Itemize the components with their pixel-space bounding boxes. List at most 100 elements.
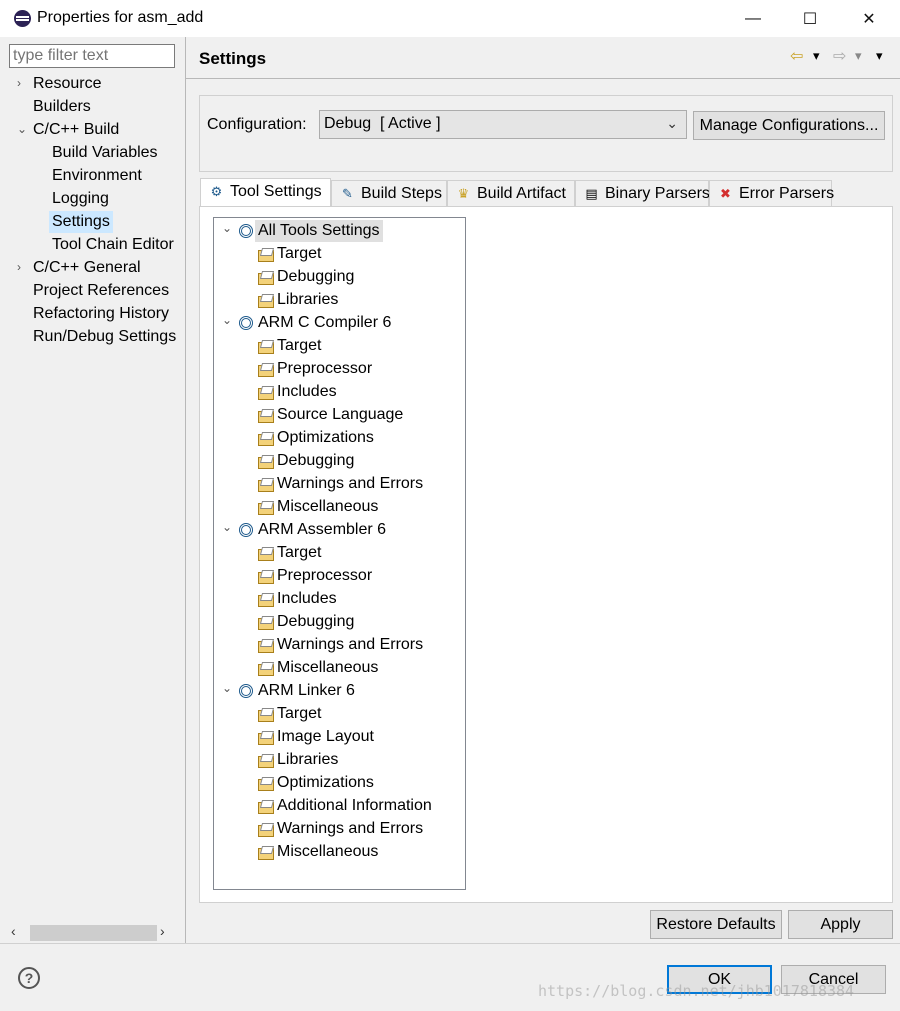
tool-option-node[interactable]: Debugging: [277, 266, 354, 288]
tool-option-node[interactable]: Target: [277, 542, 321, 564]
tab-tool-settings[interactable]: ⚙ Tool Settings: [200, 178, 331, 207]
collapse-arrow-icon[interactable]: ⌄: [222, 221, 232, 235]
option-folder-icon: [258, 639, 274, 653]
tab-label: Error Parsers: [739, 185, 835, 202]
tool-option-node[interactable]: Optimizations: [277, 772, 374, 794]
page-title: Settings: [199, 49, 267, 68]
manage-configurations-button[interactable]: Manage Configurations...: [693, 111, 885, 140]
tool-option-node[interactable]: Miscellaneous: [277, 657, 378, 679]
eclipse-app-icon: [14, 10, 31, 27]
option-folder-icon: [258, 501, 274, 515]
maximize-button[interactable]: ☐: [781, 0, 839, 37]
collapse-arrow-icon[interactable]: ⌄: [222, 313, 232, 327]
tab-label: Binary Parsers: [605, 185, 710, 202]
option-folder-icon: [258, 248, 274, 262]
option-folder-icon: [258, 363, 274, 377]
tool-option-node[interactable]: Warnings and Errors: [277, 473, 423, 495]
tool-settings-tree: ⌄ All Tools Settings Target Debugging Librar…: [213, 217, 466, 890]
sidebar-item[interactable]: Build Variables: [52, 142, 158, 164]
tool-option-node[interactable]: Source Language: [277, 404, 403, 426]
minimize-button[interactable]: —: [724, 0, 782, 37]
build-artifact-icon: ♛: [457, 186, 470, 201]
build-steps-icon: ✎: [342, 186, 353, 201]
tool-option-node[interactable]: Preprocessor: [277, 358, 372, 380]
option-folder-icon: [258, 294, 274, 308]
option-folder-icon: [258, 823, 274, 837]
option-folder-icon: [258, 777, 274, 791]
window-title: Properties for asm_add: [37, 9, 204, 26]
tool-option-node[interactable]: Includes: [277, 588, 337, 610]
sidebar-item[interactable]: Settings: [49, 211, 113, 233]
binary-parsers-icon: ▤: [585, 186, 598, 201]
configuration-select-value: Debug [ Active ]: [324, 115, 441, 132]
tool-option-node[interactable]: Libraries: [277, 289, 338, 311]
tool-option-node[interactable]: Warnings and Errors: [277, 818, 423, 840]
sidebar-item[interactable]: Tool Chain Editor: [52, 234, 174, 256]
sidebar-item[interactable]: Environment: [52, 165, 142, 187]
tool-node[interactable]: All Tools Settings: [255, 220, 383, 242]
tool-node[interactable]: ARM C Compiler 6: [258, 312, 391, 334]
scroll-right-arrow-icon[interactable]: ›: [160, 923, 165, 939]
help-icon[interactable]: ?: [18, 967, 40, 989]
close-button[interactable]: ✕: [840, 0, 898, 37]
sidebar-item[interactable]: Resource: [33, 73, 101, 95]
collapse-arrow-icon[interactable]: ⌄: [222, 681, 232, 695]
tool-node[interactable]: ARM Linker 6: [258, 680, 355, 702]
option-folder-icon: [258, 800, 274, 814]
tool-option-node[interactable]: Target: [277, 703, 321, 725]
filter-input[interactable]: [9, 44, 175, 68]
forward-arrow-icon[interactable]: ⇨: [833, 46, 846, 66]
tool-option-node[interactable]: Preprocessor: [277, 565, 372, 587]
pane-divider[interactable]: [185, 37, 186, 943]
tool-option-node[interactable]: Target: [277, 335, 321, 357]
view-menu-chevron-icon[interactable]: ▾: [876, 48, 883, 64]
scrollbar-thumb[interactable]: [30, 925, 157, 941]
bottom-separator: [0, 943, 900, 944]
option-folder-icon: [258, 432, 274, 446]
option-folder-icon: [258, 593, 274, 607]
back-menu-chevron-icon[interactable]: ▾: [813, 48, 820, 64]
forward-menu-chevron-icon[interactable]: ▾: [855, 48, 862, 64]
header-separator: [186, 78, 900, 79]
tool-node[interactable]: ARM Assembler 6: [258, 519, 386, 541]
tool-option-node[interactable]: Miscellaneous: [277, 496, 378, 518]
tool-gear-icon: [239, 684, 253, 698]
configuration-select[interactable]: Debug [ Active ] ⌄: [319, 110, 687, 139]
apply-button[interactable]: Apply: [788, 910, 893, 939]
tool-option-node[interactable]: Debugging: [277, 611, 354, 633]
sidebar-item[interactable]: C/C++ Build: [33, 119, 119, 141]
tool-gear-icon: [239, 316, 253, 330]
collapse-arrow-icon[interactable]: ⌄: [222, 520, 232, 534]
tab-build-artifact[interactable]: ♛ Build Artifact: [447, 180, 575, 207]
sidebar-item[interactable]: C/C++ General: [33, 257, 141, 279]
tool-option-node[interactable]: Warnings and Errors: [277, 634, 423, 656]
tab-build-steps[interactable]: ✎ Build Steps: [331, 180, 447, 207]
sidebar-item[interactable]: Refactoring History: [33, 303, 169, 325]
option-folder-icon: [258, 478, 274, 492]
watermark-text: https://blog.csdn.net/jhb1017818384: [538, 982, 855, 1000]
tool-option-node[interactable]: Includes: [277, 381, 337, 403]
tab-error-parsers[interactable]: ✖ Error Parsers: [709, 180, 835, 207]
tool-gear-icon: [239, 224, 253, 238]
sidebar-item[interactable]: Run/Debug Settings: [33, 326, 176, 348]
tool-option-node[interactable]: Optimizations: [277, 427, 374, 449]
scroll-left-arrow-icon[interactable]: ‹: [11, 923, 16, 939]
collapse-arrow-icon[interactable]: ⌄: [17, 122, 27, 136]
restore-defaults-button[interactable]: Restore Defaults: [650, 910, 782, 939]
tab-binary-parsers[interactable]: ▤ Binary Parsers: [575, 180, 710, 207]
back-arrow-icon[interactable]: ⇦: [790, 46, 803, 66]
error-parsers-icon: ✖: [720, 186, 731, 201]
sidebar-item[interactable]: Project References: [33, 280, 169, 302]
tool-option-node[interactable]: Additional Information: [277, 795, 432, 817]
expand-arrow-icon[interactable]: ›: [17, 76, 21, 90]
expand-arrow-icon[interactable]: ›: [17, 260, 21, 274]
horizontal-scrollbar[interactable]: ‹ ›: [8, 922, 178, 942]
tool-option-node[interactable]: Libraries: [277, 749, 338, 771]
tool-option-node[interactable]: Target: [277, 243, 321, 265]
tool-option-node[interactable]: Image Layout: [277, 726, 374, 748]
tool-option-node[interactable]: Miscellaneous: [277, 841, 378, 863]
tool-option-node[interactable]: Debugging: [277, 450, 354, 472]
sidebar-item[interactable]: Builders: [33, 96, 91, 118]
option-folder-icon: [258, 455, 274, 469]
sidebar-item[interactable]: Logging: [52, 188, 109, 210]
